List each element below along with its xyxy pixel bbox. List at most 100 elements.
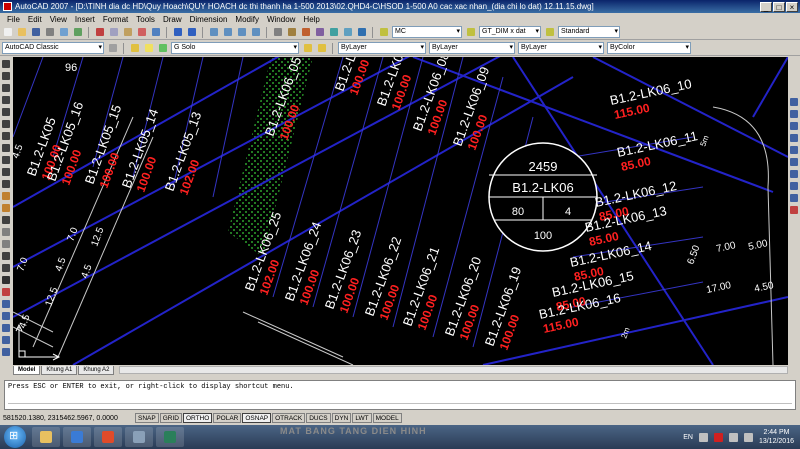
- redo-icon[interactable]: [186, 26, 199, 38]
- menu-insert[interactable]: Insert: [71, 15, 99, 24]
- table-style-select[interactable]: Standard: [558, 26, 620, 38]
- network-icon[interactable]: [728, 432, 738, 442]
- osnap-toggle[interactable]: OSNAP: [242, 413, 272, 423]
- chamfer-icon[interactable]: [789, 181, 799, 192]
- language-indicator[interactable]: EN: [683, 434, 693, 441]
- menu-format[interactable]: Format: [99, 15, 132, 24]
- menu-dimension[interactable]: Dimension: [186, 15, 232, 24]
- layer-freeze-icon[interactable]: [157, 42, 170, 54]
- menu-modify[interactable]: Modify: [231, 15, 263, 24]
- line-icon[interactable]: [1, 59, 11, 70]
- close-button[interactable]: ×: [786, 1, 798, 12]
- ie-icon[interactable]: [63, 427, 91, 447]
- dyn-toggle[interactable]: DYN: [331, 413, 352, 423]
- point-icon[interactable]: [1, 215, 11, 226]
- horizontal-scrollbar[interactable]: [119, 366, 788, 374]
- new-icon[interactable]: [2, 26, 15, 38]
- menu-file[interactable]: File: [3, 15, 24, 24]
- menu-window[interactable]: Window: [263, 15, 299, 24]
- polygon-icon[interactable]: [1, 95, 11, 106]
- menu-tools[interactable]: Tools: [132, 15, 159, 24]
- menu-edit[interactable]: Edit: [24, 15, 46, 24]
- insert-block-icon[interactable]: [1, 191, 11, 202]
- rotate-icon[interactable]: [789, 97, 799, 108]
- spline-icon[interactable]: [1, 155, 11, 166]
- zoom-previous-icon[interactable]: [250, 26, 263, 38]
- antivirus-icon[interactable]: [713, 432, 723, 442]
- pan-icon[interactable]: [208, 26, 221, 38]
- plotstyle-select[interactable]: ByColor: [607, 42, 691, 54]
- lot-label[interactable]: B1.2-LK06_10: [609, 76, 693, 108]
- tab-khung-a2[interactable]: Khung A2: [78, 365, 115, 375]
- lot-label[interactable]: B1.2-LK06_11: [616, 128, 699, 160]
- app-icon[interactable]: [125, 427, 153, 447]
- scale-icon[interactable]: [789, 109, 799, 120]
- properties-icon[interactable]: [272, 26, 285, 38]
- array-icon[interactable]: [1, 335, 11, 346]
- plot-preview-icon[interactable]: [58, 26, 71, 38]
- trim-icon[interactable]: [789, 133, 799, 144]
- hatch-icon[interactable]: [1, 227, 11, 238]
- model-toggle[interactable]: MODEL: [372, 413, 402, 423]
- copy-icon[interactable]: [108, 26, 121, 38]
- construction-line-icon[interactable]: [1, 71, 11, 82]
- dim-style-select[interactable]: GT_DIM x dat: [479, 26, 541, 38]
- text-style-icon[interactable]: [378, 26, 391, 38]
- offset-icon[interactable]: [1, 323, 11, 334]
- print-icon[interactable]: [44, 26, 57, 38]
- fillet-icon[interactable]: [789, 193, 799, 204]
- explode-icon[interactable]: [789, 205, 799, 216]
- tool-palettes-icon[interactable]: [300, 26, 313, 38]
- chrome-icon[interactable]: [94, 427, 122, 447]
- volume-icon[interactable]: [743, 432, 753, 442]
- join-icon[interactable]: [789, 169, 799, 180]
- minimize-button[interactable]: _: [760, 1, 772, 12]
- tray-arrow-icon[interactable]: [698, 432, 708, 442]
- design-center-icon[interactable]: [286, 26, 299, 38]
- break-icon[interactable]: [789, 157, 799, 168]
- make-current-icon[interactable]: [302, 42, 315, 54]
- region-icon[interactable]: [1, 251, 11, 262]
- drawing-canvas[interactable]: 2459 B1.2-LK06 80 4 100 B1.2-LK05 100.00 B…: [13, 57, 788, 365]
- block-info-circle[interactable]: 2459 B1.2-LK06 80 4 100: [488, 142, 598, 252]
- zoom-realtime-icon[interactable]: [222, 26, 235, 38]
- layer-properties-icon[interactable]: [129, 42, 142, 54]
- grid-toggle[interactable]: GRID: [159, 413, 182, 423]
- text-style-select[interactable]: MC: [392, 26, 462, 38]
- calculator-icon[interactable]: [342, 26, 355, 38]
- zoom-window-icon[interactable]: [236, 26, 249, 38]
- move-icon[interactable]: [1, 347, 11, 358]
- undo-icon[interactable]: [172, 26, 185, 38]
- color-select[interactable]: ByLayer: [338, 42, 426, 54]
- autocad-taskbar-icon[interactable]: [156, 427, 184, 447]
- arc-icon[interactable]: [1, 119, 11, 130]
- table-icon[interactable]: [1, 263, 11, 274]
- help-icon[interactable]: [356, 26, 369, 38]
- markup-icon[interactable]: [328, 26, 341, 38]
- polar-toggle[interactable]: POLAR: [213, 413, 242, 423]
- snap-toggle[interactable]: SNAP: [135, 413, 159, 423]
- stretch-icon[interactable]: [789, 121, 799, 132]
- lineweight-select[interactable]: ByLayer: [518, 42, 604, 54]
- ellipse-arc-icon[interactable]: [1, 179, 11, 190]
- otrack-toggle[interactable]: OTRACK: [272, 413, 306, 423]
- make-block-icon[interactable]: [1, 203, 11, 214]
- command-input[interactable]: [8, 403, 792, 411]
- tab-khung-a1[interactable]: Khung A1: [41, 365, 78, 375]
- rectangle-icon[interactable]: [1, 107, 11, 118]
- start-button[interactable]: [4, 426, 26, 448]
- tab-model[interactable]: Model: [13, 365, 41, 375]
- match-properties-icon[interactable]: [136, 26, 149, 38]
- erase-icon[interactable]: [1, 287, 11, 298]
- gradient-icon[interactable]: [1, 239, 11, 250]
- workspace-settings-icon[interactable]: [107, 42, 120, 54]
- block-editor-icon[interactable]: [150, 26, 163, 38]
- menu-help[interactable]: Help: [299, 15, 323, 24]
- explorer-icon[interactable]: [32, 427, 60, 447]
- ellipse-icon[interactable]: [1, 167, 11, 178]
- layer-on-icon[interactable]: [143, 42, 156, 54]
- linetype-select[interactable]: ByLayer: [429, 42, 515, 54]
- dim-style-icon[interactable]: [465, 26, 478, 38]
- paste-icon[interactable]: [122, 26, 135, 38]
- menu-view[interactable]: View: [46, 15, 71, 24]
